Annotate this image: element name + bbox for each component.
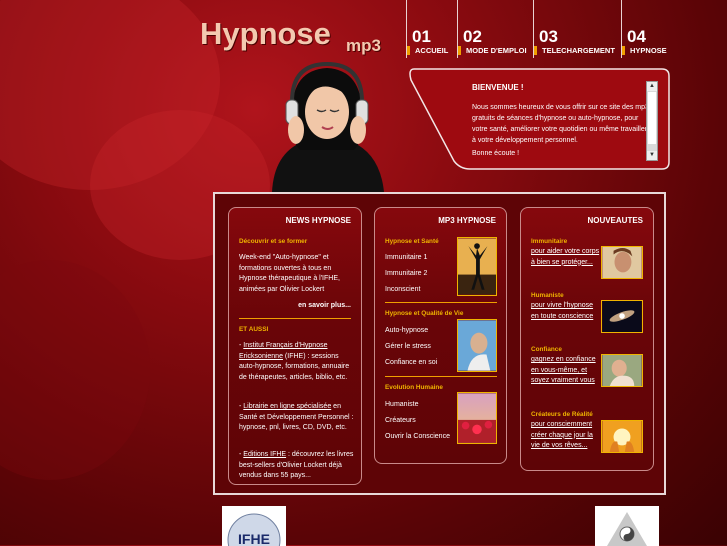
nav-number: 02 — [463, 27, 482, 46]
woman-smiling-thumbnail[interactable] — [601, 354, 643, 387]
nav-item-accueil[interactable]: 01 ACCUEIL — [406, 0, 458, 58]
nouveaute-link-confiance[interactable]: gagnez en confiance en vous-même, et soy… — [531, 355, 601, 387]
news-item: - Editions IFHE : découvrez les livres b… — [239, 450, 355, 482]
nouveaute-link-immunitaire[interactable]: pour aider votre corps à bien se protége… — [531, 247, 601, 268]
divider — [385, 376, 497, 377]
logo-title: Hypnose — [200, 16, 331, 51]
welcome-text: Nous sommes heureux de vous offrir sur c… — [472, 104, 649, 144]
scroll-up-icon[interactable]: ▲ — [647, 82, 657, 91]
nouveaute-title: Créateurs de Réalité — [531, 411, 593, 418]
mp3-link-auto-hypnose[interactable]: Auto-hypnose — [385, 326, 428, 337]
mp3-link-confiance[interactable]: Confiance en soi — [385, 358, 437, 369]
nouveaute-link-createurs[interactable]: pour consciemment créer chaque jour la v… — [531, 420, 601, 452]
mp3-link-ouvrir-conscience[interactable]: Ouvrir la Conscience — [385, 432, 450, 443]
nouveautes-header: NOUVEAUTES — [587, 216, 643, 225]
nav-label: MODE D'EMPLOI — [458, 46, 527, 55]
bookstore-link[interactable]: Librairie en ligne spécialisée — [243, 403, 331, 410]
nav-label: TELECHARGEMENT — [534, 46, 615, 55]
divider — [239, 318, 351, 319]
divider — [385, 302, 497, 303]
mp3-link-gerer-stress[interactable]: Gérer le stress — [385, 342, 431, 353]
mp3-group-title: Hypnose et Santé — [385, 238, 439, 245]
ifhe-logo-text: IFHE — [238, 531, 270, 546]
mp3-group-title: Hypnose et Qualité de Vie — [385, 310, 464, 317]
nav-number: 04 — [627, 27, 646, 46]
welcome-panel: BIENVENUE ! Nous sommes heureux de vous … — [408, 68, 670, 170]
welcome-scrollbar[interactable]: ▲ ▼ — [646, 81, 658, 161]
editions-link[interactable]: Editions IFHE — [243, 451, 286, 458]
light-hands-thumbnail[interactable] — [601, 420, 643, 453]
mp3-link-inconscient[interactable]: Inconscient — [385, 285, 420, 296]
news-section-title: Découvrir et se former — [239, 238, 308, 245]
news-column: NEWS HYPNOSE Découvrir et se former Week… — [228, 207, 362, 485]
flowers-sunset-thumbnail[interactable] — [457, 392, 497, 444]
background-face-shape — [0, 260, 150, 480]
nouveaute-title: Immunitaire — [531, 238, 568, 245]
mp3-link-createurs[interactable]: Créateurs — [385, 416, 416, 427]
news-item: - Institut Français d'Hypnose Ericksonie… — [239, 341, 355, 383]
main-content: NEWS HYPNOSE Découvrir et se former Week… — [213, 192, 666, 495]
mp3-link-immunitaire-2[interactable]: Immunitaire 2 — [385, 269, 427, 280]
nav-item-hypnose[interactable]: 04 HYPNOSE — [621, 0, 672, 58]
site-logo[interactable]: Hypnose mp3 — [200, 16, 381, 55]
welcome-signoff: Bonne écoute ! — [472, 150, 520, 157]
news-text: Week-end "Auto-hypnose" et formations ou… — [239, 254, 340, 293]
nouveaute-title: Humaniste — [531, 292, 564, 299]
yin-yang-logo[interactable] — [595, 506, 659, 546]
woman-portrait-thumbnail[interactable] — [601, 246, 643, 279]
nouveaute-title: Confiance — [531, 346, 562, 353]
welcome-title: BIENVENUE ! — [472, 83, 524, 92]
logo-subtitle: mp3 — [346, 36, 381, 55]
nav-number: 01 — [412, 27, 431, 46]
mp3-group-title: Evolution Humaine — [385, 384, 443, 391]
nouveaute-link-humaniste[interactable]: pour vivre l'hypnose en toute conscience — [531, 301, 601, 322]
nav-number: 03 — [539, 27, 558, 46]
nav-label: HYPNOSE — [622, 46, 667, 55]
mp3-header: MP3 HYPNOSE — [438, 216, 496, 225]
nav-item-mode-emploi[interactable]: 02 MODE D'EMPLOI — [457, 0, 534, 58]
mp3-link-immunitaire-1[interactable]: Immunitaire 1 — [385, 253, 427, 264]
scroll-thumb[interactable] — [648, 92, 656, 144]
mp3-column: MP3 HYPNOSE Hypnose et Santé Immunitaire… — [374, 207, 507, 464]
nav-item-telechargement[interactable]: 03 TELECHARGEMENT — [533, 0, 622, 58]
mp3-link-humaniste[interactable]: Humaniste — [385, 400, 418, 411]
scroll-down-icon[interactable]: ▼ — [647, 151, 657, 160]
galaxy-thumbnail[interactable] — [601, 300, 643, 333]
news-section-title: ET AUSSI — [239, 326, 269, 333]
news-item: - Librairie en ligne spécialisée en Sant… — [239, 402, 355, 434]
woman-relaxing-thumbnail[interactable] — [457, 319, 497, 372]
more-link[interactable]: en savoir plus... — [298, 302, 351, 309]
silhouette-thumbnail[interactable] — [457, 237, 497, 296]
nav-label: ACCUEIL — [407, 46, 448, 55]
woman-headphones-image — [272, 62, 384, 192]
nouveautes-column: NOUVEAUTES Immunitaire pour aider votre … — [520, 207, 654, 471]
ifhe-logo[interactable]: IFHE — [222, 506, 286, 546]
news-header: NEWS HYPNOSE — [285, 216, 351, 225]
